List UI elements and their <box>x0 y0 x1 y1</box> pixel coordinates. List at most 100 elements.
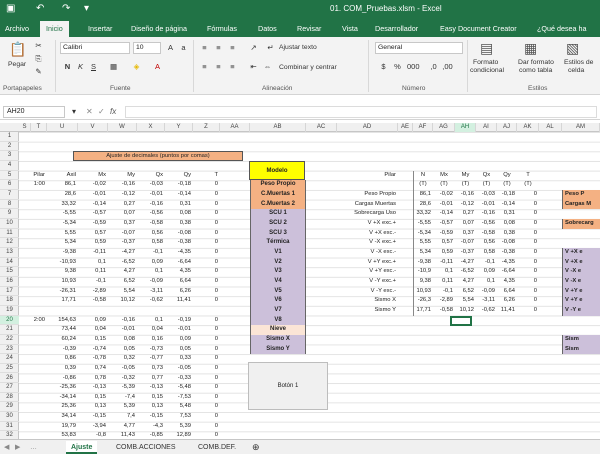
wrap-text-button[interactable]: Ajustar texto <box>279 44 317 51</box>
tab-vista[interactable]: Vista <box>342 22 358 37</box>
column-header[interactable]: AF <box>413 123 433 132</box>
sheet-tab-ajuste[interactable]: Ajuste <box>66 441 98 454</box>
row-header[interactable]: 21 <box>0 325 19 335</box>
tell-me-box[interactable]: ¿Qué desea ha <box>537 22 587 37</box>
row-header[interactable]: 8 <box>0 200 19 210</box>
tab-revisar[interactable]: Revisar <box>297 22 321 37</box>
merge-center-icon[interactable]: ⇔ <box>262 61 273 72</box>
column-header[interactable]: V <box>78 123 108 132</box>
font-name-combo[interactable]: Calibri <box>60 42 130 54</box>
grow-font-icon[interactable]: A <box>165 42 176 53</box>
column-header[interactable]: AB <box>250 123 306 132</box>
wrap-text-icon[interactable]: ↵ <box>265 42 276 53</box>
align-bottom-icon[interactable]: ≡ <box>227 42 238 53</box>
sheet-next-icon[interactable]: ▶ <box>15 441 20 454</box>
undo-icon[interactable]: ↶ <box>36 3 44 15</box>
cell-styles-icon[interactable]: ▧ <box>566 41 579 55</box>
tab-easy-document-creator[interactable]: Easy Document Creator <box>440 22 517 37</box>
tab-insertar[interactable]: Insertar <box>88 22 112 37</box>
row-header[interactable]: 23 <box>0 345 19 355</box>
column-header[interactable]: Z <box>193 123 220 132</box>
macro-button-1[interactable]: Botón 1 <box>248 362 328 410</box>
column-header[interactable]: AA <box>220 123 250 132</box>
row-header[interactable]: 14 <box>0 258 19 268</box>
column-header[interactable]: X <box>137 123 165 132</box>
row-header[interactable]: 4 <box>0 161 19 171</box>
add-sheet-icon[interactable]: ⊕ <box>252 441 260 454</box>
row-header[interactable]: 27 <box>0 383 19 393</box>
format-painter-icon[interactable]: ✎ <box>33 66 44 77</box>
column-header[interactable]: U <box>47 123 78 132</box>
row-header[interactable]: 1 <box>0 132 19 142</box>
cut-icon[interactable]: ✂ <box>33 40 44 51</box>
active-cell[interactable] <box>450 315 472 326</box>
row-header[interactable]: 15 <box>0 267 19 277</box>
orientation-icon[interactable]: ↗ <box>248 42 259 53</box>
row-header[interactable]: 19 <box>0 306 19 316</box>
tab-inicio[interactable]: Inicio <box>40 21 69 37</box>
row-header[interactable]: 16 <box>0 277 19 287</box>
column-header[interactable]: T <box>31 123 47 132</box>
paste-button[interactable]: Pegar <box>8 61 26 68</box>
row-header[interactable]: 18 <box>0 296 19 306</box>
row-header[interactable]: 17 <box>0 287 19 297</box>
tab-diseno-pagina[interactable]: Diseño de página <box>131 22 187 37</box>
tab-desarrollador[interactable]: Desarrollador <box>375 22 418 37</box>
row-header[interactable]: 5 <box>0 171 19 181</box>
cells-area[interactable]: Ajuste de decimales (puntos por comas) M… <box>19 132 600 447</box>
align-center-icon[interactable]: ≡ <box>213 61 224 72</box>
percent-icon[interactable]: % <box>392 61 403 72</box>
merge-center-button[interactable]: Combinar y centrar <box>279 64 337 71</box>
row-header[interactable]: 20 <box>0 315 19 326</box>
fill-color-icon[interactable]: ◈ <box>131 61 142 72</box>
row-header[interactable]: 12 <box>0 238 19 248</box>
sheet-more-icon[interactable]: … <box>30 441 37 454</box>
row-header[interactable]: 25 <box>0 364 19 374</box>
name-box[interactable]: AH20 <box>3 106 65 118</box>
sheet-tab-comb-acciones[interactable]: COMB.ACCIONES <box>116 441 176 454</box>
align-middle-icon[interactable]: ≡ <box>213 42 224 53</box>
formula-input[interactable] <box>125 106 597 118</box>
row-header[interactable]: 9 <box>0 209 19 219</box>
column-header[interactable]: AI <box>476 123 497 132</box>
format-as-table-icon[interactable]: ▦ <box>524 41 537 55</box>
row-header[interactable]: 6 <box>0 180 19 190</box>
column-header[interactable]: AM <box>562 123 600 132</box>
copy-icon[interactable]: ⎘ <box>33 53 44 64</box>
row-header[interactable]: 10 <box>0 219 19 229</box>
sheet-prev-icon[interactable]: ◀ <box>4 441 9 454</box>
column-header[interactable]: AC <box>306 123 337 132</box>
sheet-tab-comb-def[interactable]: COMB.DEF. <box>198 441 236 454</box>
currency-icon[interactable]: $ <box>378 61 389 72</box>
row-header[interactable]: 24 <box>0 354 19 364</box>
increase-decimal-icon[interactable]: ,0 <box>428 61 439 72</box>
column-header[interactable]: W <box>108 123 137 132</box>
row-header[interactable]: 11 <box>0 229 19 239</box>
font-color-icon[interactable]: A <box>152 61 163 72</box>
column-header[interactable]: S <box>19 123 31 132</box>
cancel-icon[interactable]: ✕ <box>86 107 93 116</box>
italic-icon[interactable]: K <box>75 61 86 72</box>
decrease-indent-icon[interactable]: ⇤ <box>248 61 259 72</box>
save-icon[interactable]: ▣ <box>6 3 15 15</box>
number-format-combo[interactable]: General <box>375 42 463 54</box>
row-header[interactable]: 31 <box>0 422 19 432</box>
column-header[interactable]: AD <box>337 123 398 132</box>
align-top-icon[interactable]: ≡ <box>199 42 210 53</box>
shrink-font-icon[interactable]: a <box>178 42 189 53</box>
row-header[interactable]: 3 <box>0 151 19 161</box>
align-right-icon[interactable]: ≡ <box>227 61 238 72</box>
column-header[interactable]: AK <box>517 123 539 132</box>
row-header[interactable]: 28 <box>0 393 19 403</box>
conditional-format-button[interactable]: Formato <box>473 59 498 66</box>
column-header[interactable]: AH <box>455 123 476 132</box>
bold-icon[interactable]: N <box>62 61 73 72</box>
column-header[interactable]: AG <box>433 123 455 132</box>
tab-archivo[interactable]: Archivo <box>5 22 29 37</box>
cell-styles-button[interactable]: Estilos de <box>564 59 593 66</box>
row-header[interactable]: 2 <box>0 142 19 152</box>
comma-style-icon[interactable]: 000 <box>407 61 420 72</box>
conditional-format-icon[interactable]: ▤ <box>480 41 493 55</box>
quick-access-dropdown-icon[interactable]: ▾ <box>84 3 89 15</box>
row-header[interactable]: 22 <box>0 335 19 345</box>
